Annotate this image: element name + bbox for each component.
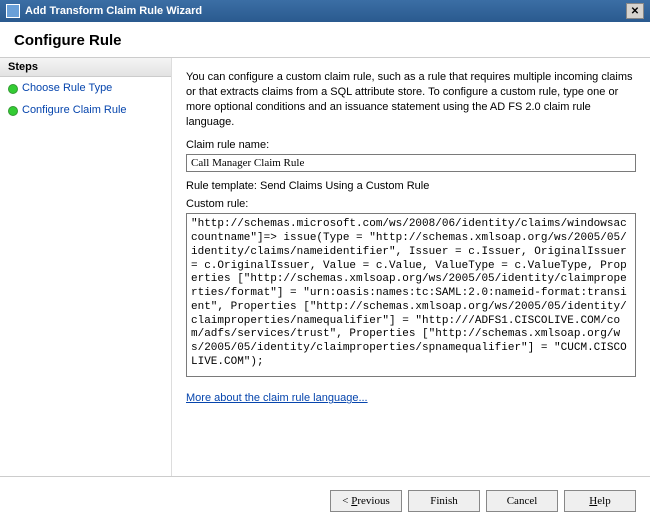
rule-template-label: Rule template: Send Claims Using a Custo… [186, 180, 636, 192]
sidebar-item-configure-claim-rule[interactable]: Configure Claim Rule [0, 99, 171, 121]
sidebar-item-choose-rule-type[interactable]: Choose Rule Type [0, 77, 171, 99]
custom-rule-label: Custom rule: [186, 198, 636, 210]
app-icon [6, 4, 20, 18]
rule-name-label: Claim rule name: [186, 139, 636, 151]
page-title: Configure Rule [0, 22, 650, 58]
sidebar-heading: Steps [0, 58, 171, 77]
main-panel: You can configure a custom claim rule, s… [172, 58, 650, 476]
cancel-button[interactable]: Cancel [486, 490, 558, 512]
sidebar-item-label: Configure Claim Rule [22, 104, 127, 116]
finish-button[interactable]: Finish [408, 490, 480, 512]
intro-text: You can configure a custom claim rule, s… [186, 70, 636, 129]
custom-rule-textarea[interactable]: "http://schemas.microsoft.com/ws/2008/06… [186, 213, 636, 377]
close-icon[interactable]: ✕ [626, 3, 644, 19]
help-button[interactable]: Help [564, 490, 636, 512]
steps-sidebar: Steps Choose Rule Type Configure Claim R… [0, 58, 172, 476]
rule-name-input[interactable] [186, 154, 636, 172]
titlebar: Add Transform Claim Rule Wizard ✕ [0, 0, 650, 22]
window-title: Add Transform Claim Rule Wizard [25, 5, 626, 17]
previous-button[interactable]: < Previous [330, 490, 402, 512]
sidebar-item-label: Choose Rule Type [22, 82, 112, 94]
claim-language-link[interactable]: More about the claim rule language... [186, 392, 368, 404]
